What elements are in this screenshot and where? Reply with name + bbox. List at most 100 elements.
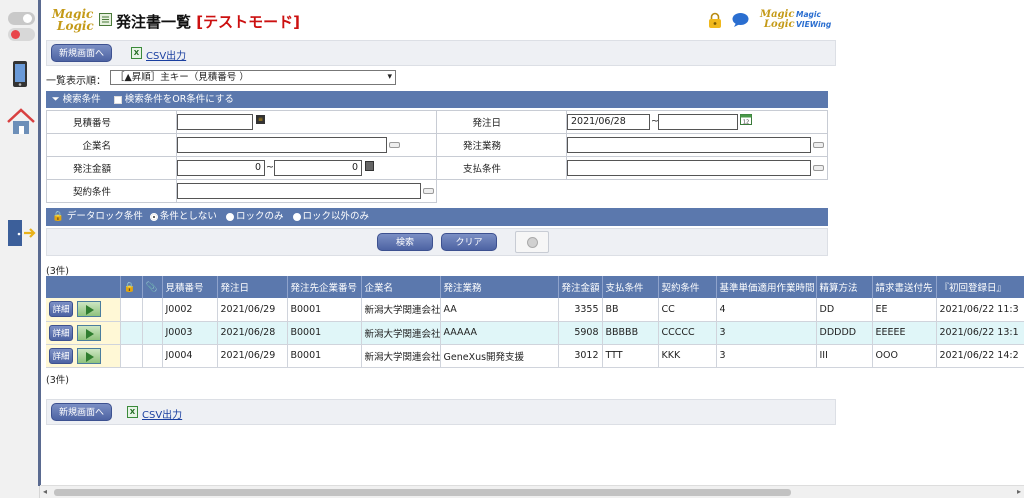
scrollbar-thumb[interactable] [54, 489, 791, 496]
amount-from-input[interactable]: 0 [177, 160, 265, 176]
column-header[interactable]: 請求書送付先 [872, 276, 937, 298]
data-lock-title: データロック条件 [66, 211, 143, 222]
detail-button[interactable]: 詳細 [49, 347, 73, 364]
amount-cell: 3355 [558, 298, 603, 322]
payment-terms-input[interactable] [567, 160, 811, 176]
sort-order-select[interactable]: ［▲昇順］主キー（見積番号 ） ▾ [110, 70, 396, 85]
chat-bubble-icon[interactable] [732, 12, 749, 28]
result-count-bottom: (3件) [46, 375, 69, 386]
company-cell: 新潟大学関連会社 [361, 298, 441, 322]
lock-option-locked[interactable]: ロックのみ [225, 211, 283, 222]
contract-terms-input[interactable] [177, 183, 421, 199]
excel-icon: X [127, 406, 138, 418]
calendar-icon[interactable]: 12 [740, 113, 752, 125]
column-header[interactable]: 基準単価適用作業時間 [716, 276, 817, 298]
circle-icon [527, 237, 538, 248]
search-button[interactable]: 検索 [377, 233, 433, 251]
calculator-icon[interactable] [365, 161, 374, 171]
expand-icon[interactable] [423, 188, 434, 194]
estimate-no-input[interactable] [177, 114, 253, 130]
order-date-from-input[interactable]: 2021/06/28 [567, 114, 650, 130]
lock-icon: 🔒 [52, 211, 64, 222]
column-header[interactable]: 発注日 [217, 276, 288, 298]
contract-cell: CC [658, 298, 717, 322]
column-header[interactable]: 企業名 [361, 276, 441, 298]
filter-icon: ⏷ [52, 94, 60, 105]
column-header[interactable]: 発注業務 [440, 276, 559, 298]
registered-cell: 2021/06/22 13:1 [936, 321, 1024, 345]
amount-cell: 5908 [558, 321, 603, 345]
magiclogic-small-logo[interactable]: Magic Logic [760, 10, 795, 30]
column-header[interactable]: 契約条件 [658, 276, 717, 298]
expand-icon[interactable] [813, 165, 824, 171]
contract-cell: KKK [658, 344, 717, 368]
company-input[interactable] [177, 137, 387, 153]
estimate-no-cell: J0004 [162, 344, 218, 368]
column-header[interactable]: 支払条件 [602, 276, 659, 298]
amount-cell: 3012 [558, 344, 603, 368]
invoice-to-cell: EE [872, 298, 937, 322]
table-row: 詳細 J0004 2021/06/29 B0001 新潟大学関連会社 GeneX… [46, 344, 1024, 368]
scroll-right-icon[interactable]: ▸ [1017, 487, 1021, 496]
home-icon[interactable] [6, 108, 36, 136]
chevron-down-icon: ▾ [387, 72, 392, 82]
new-screen-button[interactable]: 新規画面へ [51, 44, 112, 62]
settlement-cell: DD [816, 298, 873, 322]
registered-cell: 2021/06/22 11:3 [936, 298, 1024, 322]
preview-icon[interactable] [77, 324, 101, 341]
order-work-input[interactable] [567, 137, 811, 153]
horizontal-scrollbar[interactable]: ◂ ▸ [40, 485, 1024, 498]
detail-button[interactable]: 詳細 [49, 301, 73, 318]
excel-icon: X [131, 47, 142, 59]
magiclogic-logo: Magic Logic [52, 7, 94, 33]
list-document-icon [99, 13, 112, 26]
detail-button[interactable]: 詳細 [49, 324, 73, 341]
or-condition-checkbox[interactable] [113, 95, 122, 104]
table-row: 詳細 J0002 2021/06/29 B0001 新潟大学関連会社 AA 33… [46, 298, 1024, 322]
radio-selected [149, 212, 158, 221]
column-header[interactable]: 発注先企業番号 [287, 276, 362, 298]
payment-cell: TTT [602, 344, 659, 368]
lock-option-none[interactable]: 条件としない [149, 211, 217, 222]
order-work-cell: GeneXus開発支援 [440, 344, 559, 368]
page-header: Magic Logic 発注書一覧 [テストモード] Magic Logic M… [44, 0, 836, 40]
scroll-left-icon[interactable]: ◂ [43, 487, 47, 496]
supplier-no-cell: B0001 [287, 298, 362, 322]
new-screen-button[interactable]: 新規画面へ [51, 403, 112, 421]
exit-door-icon[interactable] [5, 218, 37, 248]
column-header[interactable]: 精算方法 [816, 276, 873, 298]
settlement-cell: III [816, 344, 873, 368]
lookup-icon[interactable]: ≡ [256, 115, 265, 124]
lock-icon[interactable] [708, 12, 722, 29]
work-hours-cell: 3 [716, 321, 817, 345]
preview-icon[interactable] [77, 347, 101, 364]
csv-export-link[interactable]: CSV出力 [146, 47, 186, 62]
table-header-row: 🔒 📎 見積番号 発注日 発注先企業番号 企業名 発注業務 発注金額 支払条件 … [46, 276, 1024, 298]
clear-button[interactable]: クリア [441, 233, 497, 251]
radio-unselected [225, 212, 234, 221]
amount-to-input[interactable]: 0 [274, 160, 362, 176]
order-date-to-input[interactable] [658, 114, 738, 130]
svg-text:12: 12 [743, 120, 749, 126]
lock-option-unlocked[interactable]: ロック以外のみ [292, 211, 369, 222]
action-bar: 検索 クリア [46, 228, 828, 256]
toggle-switch-icon[interactable] [8, 12, 35, 25]
paperclip-icon: 📎 [145, 281, 158, 293]
column-header[interactable]: 発注金額 [558, 276, 603, 298]
rail-divider [38, 0, 41, 486]
expand-icon[interactable] [813, 142, 824, 148]
magicviewing-logo[interactable]: Magic VIEWing [796, 10, 831, 30]
column-header[interactable]: 見積番号 [162, 276, 218, 298]
main-area: Magic Logic 発注書一覧 [テストモード] Magic Logic M… [44, 0, 1024, 498]
csv-export-link[interactable]: CSV出力 [142, 406, 182, 421]
refresh-button[interactable] [515, 231, 549, 253]
order-amount-label: 発注金額 [46, 156, 177, 180]
toggle-switch-icon[interactable] [8, 28, 35, 41]
column-header[interactable]: 『初回登録日』 [936, 276, 1024, 298]
payment-terms-label: 支払条件 [436, 156, 567, 180]
preview-icon[interactable] [77, 301, 101, 318]
radio-unselected [292, 212, 301, 221]
expand-icon[interactable] [389, 142, 400, 148]
mobile-phone-icon[interactable] [10, 60, 30, 88]
invoice-to-cell: OOO [872, 344, 937, 368]
